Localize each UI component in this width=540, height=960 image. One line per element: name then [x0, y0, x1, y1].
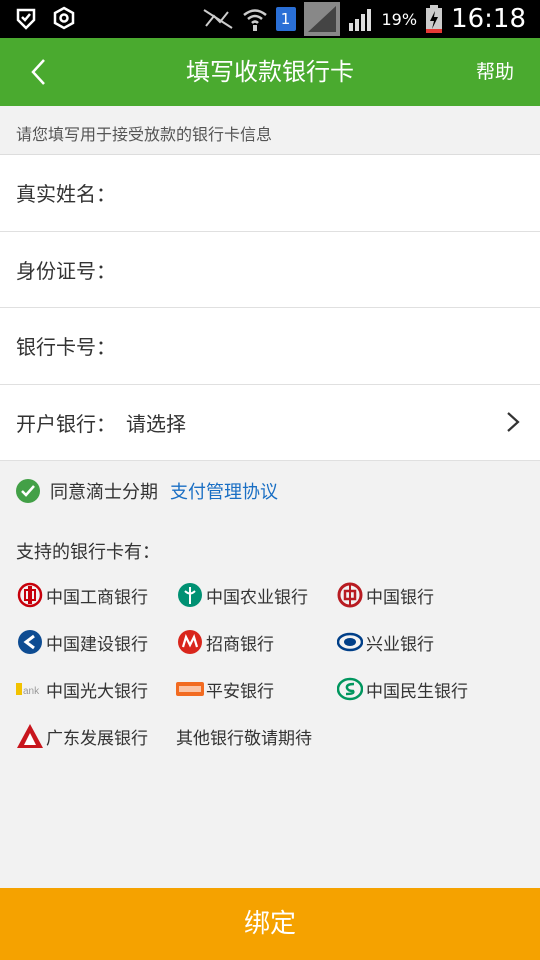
agreement-text: 同意滴士分期	[50, 482, 158, 503]
form-hint: 请您填写用于接受放款的银行卡信息	[16, 125, 273, 144]
bank-select-value: 请选择	[126, 411, 186, 436]
bank-item-others: 其他银行敬请期待	[176, 728, 312, 749]
ceb-logo-icon: ank	[16, 675, 44, 703]
ccb-logo-icon	[16, 628, 44, 656]
cmb-logo-icon	[176, 628, 204, 656]
battery-percent: 19%	[381, 9, 418, 29]
chevron-right-icon	[507, 411, 520, 432]
clock: 16:18	[451, 4, 526, 34]
bank-item: 广东发展银行	[16, 719, 148, 753]
mute-icon	[202, 9, 233, 29]
abc-logo-icon	[176, 581, 204, 609]
id-number-label: 身份证号：	[16, 258, 116, 283]
id-number-field[interactable]: 身份证号：	[0, 232, 540, 308]
bank-item: 中国农业银行	[176, 578, 308, 612]
battery-charging-icon	[426, 5, 443, 33]
signal-box-icon	[303, 2, 340, 36]
cib-logo-icon	[336, 628, 364, 656]
check-icon	[21, 485, 35, 497]
boc-logo-icon	[336, 581, 364, 609]
card-number-field[interactable]: 银行卡号：	[0, 308, 540, 385]
agree-checkbox[interactable]	[16, 479, 40, 503]
bank-item: 中国银行	[336, 578, 434, 612]
card-number-label: 银行卡号：	[16, 335, 116, 360]
agreement-row: 同意滴士分期 支付管理协议	[16, 478, 278, 504]
cgb-logo-icon	[16, 722, 44, 750]
supported-banks-title: 支持的银行卡有：	[16, 542, 160, 563]
bank-item: 中国工商银行	[16, 578, 148, 612]
help-button[interactable]: 帮助	[476, 38, 514, 106]
bank-item: ank 中国光大银行	[16, 672, 148, 706]
bank-item: 兴业银行	[336, 625, 434, 659]
bank-item: 招商银行	[176, 625, 274, 659]
bank-item: 中国建设银行	[16, 625, 148, 659]
notification-app-icon	[16, 8, 36, 30]
svg-text:ank: ank	[23, 686, 40, 697]
bank-select-field[interactable]: 开户银行： 请选择	[0, 385, 540, 461]
bank-card-form: 真实姓名： 身份证号： 银行卡号： 开户银行： 请选择	[0, 154, 540, 461]
pingan-logo-icon	[176, 675, 204, 703]
sim-badge: 1	[275, 7, 296, 31]
bank-select-label: 开户银行：	[16, 411, 116, 436]
status-bar: 1 19% 16:18	[0, 0, 540, 38]
real-name-field[interactable]: 真实姓名：	[0, 155, 540, 232]
page-title: 填写收款银行卡	[186, 58, 354, 86]
cmbc-logo-icon	[336, 675, 364, 703]
real-name-label: 真实姓名：	[16, 182, 116, 207]
bind-button[interactable]: 绑定	[0, 888, 540, 960]
settings-notification-icon	[53, 6, 75, 30]
cell-signal-icon	[348, 9, 371, 31]
agreement-link[interactable]: 支付管理协议	[170, 478, 278, 504]
bank-item: 平安银行	[176, 672, 274, 706]
icbc-logo-icon	[16, 581, 44, 609]
wifi-icon	[242, 9, 267, 31]
app-bar: 填写收款银行卡 帮助	[0, 38, 540, 106]
bank-item: 中国民生银行	[336, 672, 468, 706]
